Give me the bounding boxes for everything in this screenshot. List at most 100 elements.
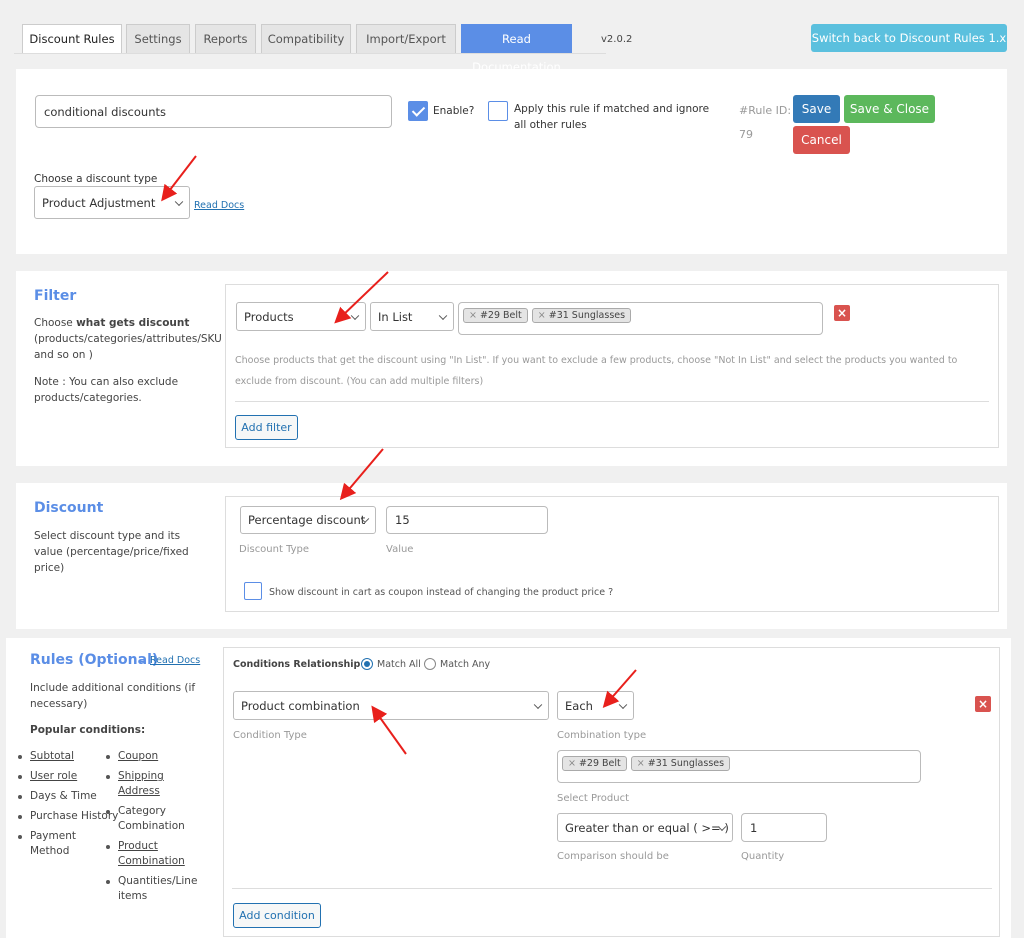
quantity-input[interactable]: 1 — [741, 813, 827, 842]
rule-id-label: #Rule ID: — [739, 104, 792, 117]
filter-type-select[interactable]: Products — [236, 302, 366, 331]
coupon-label: Show discount in cart as coupon instead … — [269, 587, 614, 598]
quantity-hint: Quantity — [741, 851, 785, 862]
remove-chip-icon[interactable]: × — [568, 758, 576, 769]
tab-discount-rules[interactable]: Discount Rules — [22, 24, 122, 54]
remove-chip-icon[interactable]: × — [469, 310, 477, 321]
condition-type-select[interactable]: Product combination — [233, 691, 549, 720]
condition-products-input[interactable]: × #29 Belt × #31 Sunglasses — [557, 750, 921, 783]
rules-dash: - — [140, 654, 145, 668]
condition-link-product-combination[interactable]: Product Combination — [104, 839, 204, 869]
filter-desc-rest: (products/categories/attributes/SKU and … — [34, 333, 222, 361]
discount-description: Select discount type and its value (perc… — [34, 530, 189, 574]
discount-value-input[interactable]: 15 — [386, 506, 548, 534]
exclusive-rule-label: Apply this rule if matched and ignore al… — [514, 103, 710, 131]
condition-category-combination: Category Combination — [104, 804, 204, 834]
chip-label: #31 Sunglasses — [548, 310, 626, 321]
chevron-down-icon — [174, 197, 184, 206]
discount-type-hint: Discount Type — [239, 544, 310, 555]
filter-description: Choose what gets discount (products/cate… — [34, 315, 222, 363]
condition-payment-method: Payment Method — [16, 829, 86, 859]
remove-chip-icon[interactable]: × — [637, 758, 645, 769]
enable-label: Enable? — [433, 105, 475, 117]
filter-method-select[interactable]: In List — [370, 302, 454, 331]
discount-type-select[interactable]: Product Adjustment — [34, 186, 190, 219]
filter-products-input[interactable]: × #29 Belt × #31 Sunglasses — [458, 302, 823, 335]
filter-note: Note : You can also exclude products/cat… — [34, 376, 179, 404]
discount-type-label: Choose a discount type — [34, 173, 158, 185]
exclusive-rule-checkbox[interactable] — [488, 101, 508, 121]
filter-title: Filter — [34, 288, 77, 304]
discount-method-value: Percentage discount — [248, 513, 366, 527]
condition-quantities-line-items: Quantities/Line items — [104, 874, 197, 904]
version-label: v2.0.2 — [601, 34, 633, 45]
tab-read-documentation[interactable]: Read Documentation — [461, 24, 572, 74]
save-button[interactable]: Save — [793, 95, 840, 123]
product-chip[interactable]: × #29 Belt — [463, 308, 528, 323]
chevron-down-icon — [533, 700, 543, 709]
product-chip[interactable]: × #31 Sunglasses — [630, 756, 731, 771]
condition-days-time: Days & Time — [16, 789, 106, 804]
combination-type-value: Each — [565, 698, 593, 713]
filter-method-value: In List — [378, 309, 413, 324]
filter-divider — [235, 401, 989, 402]
save-close-button[interactable]: Save & Close — [844, 95, 935, 123]
remove-condition-icon[interactable]: × — [975, 696, 991, 712]
rules-description: Include additional conditions (if necess… — [30, 682, 196, 710]
rules-read-docs-link[interactable]: Read Docs — [150, 655, 200, 666]
discount-value-hint: Value — [386, 544, 414, 555]
select-product-hint: Select Product — [557, 793, 629, 804]
condition-link-shipping-address[interactable]: Shipping Address — [104, 769, 164, 799]
product-chip[interactable]: × #31 Sunglasses — [531, 308, 632, 323]
tab-settings[interactable]: Settings — [126, 24, 190, 53]
switch-version-button[interactable]: Switch back to Discount Rules 1.x — [811, 24, 1007, 52]
remove-chip-icon[interactable]: × — [538, 310, 546, 321]
coupon-checkbox[interactable] — [244, 582, 262, 600]
rule-name-input[interactable]: conditional discounts — [35, 95, 392, 128]
add-filter-button[interactable]: Add filter — [235, 415, 298, 440]
combination-type-hint: Combination type — [557, 730, 647, 741]
condition-purchase-history: Purchase History — [16, 809, 118, 824]
popular-conditions-col1: Subtotal User role Days & Time Purchase … — [16, 749, 118, 864]
condition-link-subtotal[interactable]: Subtotal — [16, 749, 106, 764]
filter-hint: Choose products that get the discount us… — [235, 355, 958, 387]
tab-reports[interactable]: Reports — [195, 24, 256, 53]
chevron-down-icon — [618, 700, 628, 709]
comparison-value: Greater than or equal ( >= ) — [565, 820, 729, 835]
match-any-radio[interactable] — [424, 658, 436, 670]
chevron-down-icon — [350, 311, 360, 320]
popular-conditions-col2: Coupon Shipping Address Category Combina… — [104, 749, 204, 909]
discount-title: Discount — [34, 500, 104, 516]
discount-type-value: Product Adjustment — [42, 195, 156, 210]
chip-label: #29 Belt — [578, 758, 621, 769]
condition-link-coupon[interactable]: Coupon — [104, 749, 204, 764]
product-chip[interactable]: × #29 Belt — [562, 756, 627, 771]
enable-checkbox[interactable] — [408, 101, 428, 121]
chip-label: #31 Sunglasses — [647, 758, 725, 769]
remove-filter-icon[interactable]: × — [834, 305, 850, 321]
match-any-label: Match Any — [440, 659, 491, 670]
popular-conditions-label: Popular conditions: — [30, 724, 146, 736]
condition-type-hint: Condition Type — [233, 730, 307, 741]
chip-label: #29 Belt — [479, 310, 522, 321]
filter-desc-prefix: Choose — [34, 317, 77, 329]
combination-type-select[interactable]: Each — [557, 691, 634, 720]
conditions-relationship-label: Conditions Relationship — [233, 659, 361, 670]
cancel-button[interactable]: Cancel — [793, 126, 850, 154]
comparison-hint: Comparison should be — [557, 851, 669, 862]
read-docs-link[interactable]: Read Docs — [194, 200, 244, 211]
tab-divider — [14, 53, 606, 54]
chevron-down-icon — [438, 311, 448, 320]
tab-import-export[interactable]: Import/Export — [356, 24, 456, 53]
match-all-radio[interactable] — [361, 658, 373, 670]
discount-type-select[interactable]: Percentage discount — [240, 506, 376, 534]
tab-compatibility[interactable]: Compatibility — [261, 24, 351, 53]
rule-id-value: 79 — [739, 128, 753, 141]
condition-type-value: Product combination — [241, 698, 360, 713]
filter-desc-bold: what gets discount — [76, 317, 190, 329]
filter-type-value: Products — [244, 309, 294, 324]
condition-link-user-role[interactable]: User role — [16, 769, 106, 784]
add-condition-button[interactable]: Add condition — [233, 903, 321, 928]
comparison-select[interactable]: Greater than or equal ( >= ) — [557, 813, 733, 842]
match-all-label: Match All — [377, 659, 421, 670]
